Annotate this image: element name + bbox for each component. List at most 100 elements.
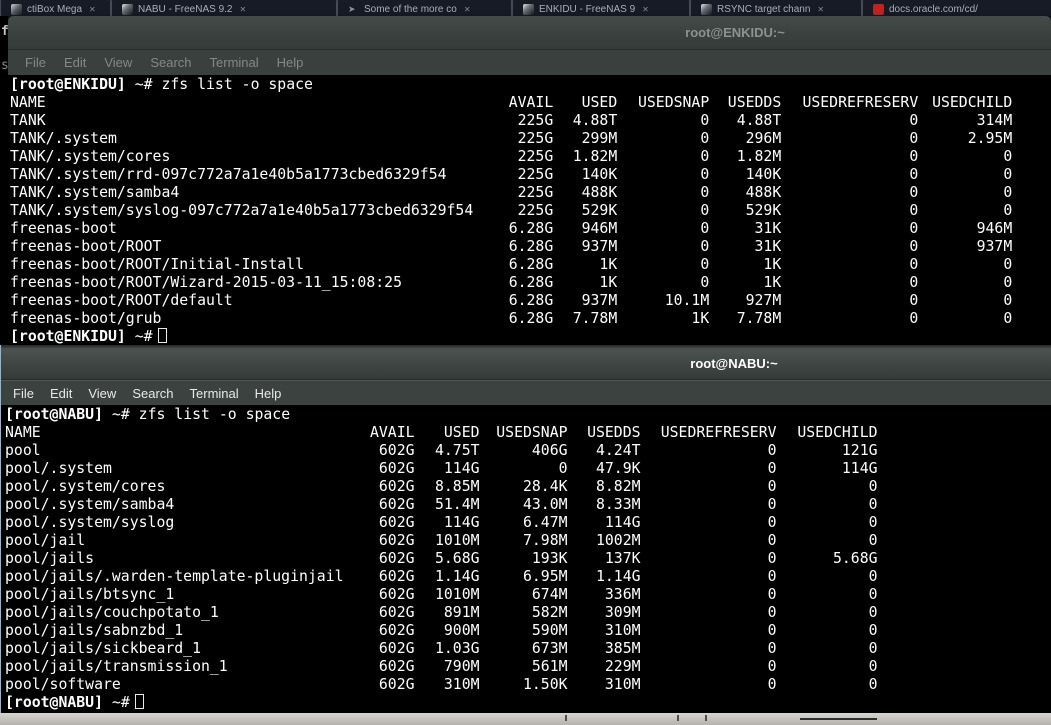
menu-view[interactable]: View: [95, 55, 141, 70]
dataset-value: 0: [767, 568, 777, 585]
dataset-value: 0: [1003, 202, 1013, 219]
table-row: pool/jails 602G 5.68G 193K 137K 0 5.68G: [5, 550, 878, 568]
dataset-value: 2.95M: [967, 130, 1013, 147]
background-window-sliver: f s: [0, 16, 8, 345]
strip-mark: [705, 715, 707, 721]
shell-prompt: [root@NABU]: [5, 694, 103, 711]
dataset-name: pool/jails/btsync_1: [5, 586, 175, 603]
dataset-value: 0: [868, 478, 878, 495]
dataset-value: 7.78M: [572, 310, 618, 327]
dataset-value: 1K: [763, 274, 782, 291]
enkidu-command-line: [root@ENKIDU] ~# zfs list -o space: [10, 76, 1051, 94]
dataset-value: 0: [909, 256, 919, 273]
browser-tab[interactable]: NABU - FreeNAS 9.2 ✕: [111, 0, 337, 16]
dataset-value: 6.28G: [508, 310, 554, 327]
dataset-value: 0: [700, 148, 710, 165]
dataset-name: pool/jails/.warden-template-pluginjail: [5, 568, 344, 585]
dataset-value: 602G: [378, 604, 415, 621]
dataset-value: 0: [1003, 256, 1013, 273]
dataset-value: 114G: [443, 514, 480, 531]
dataset-value: 299M: [581, 130, 618, 147]
dataset-value: 0: [700, 184, 710, 201]
column-header: USEDDS: [587, 424, 641, 441]
dataset-value: 4.24T: [595, 442, 641, 459]
browser-tab[interactable]: Some of the more co ✕: [337, 0, 512, 16]
dataset-value: 8.85M: [434, 478, 480, 495]
tab-title: docs.oracle.com/cd/: [889, 4, 978, 15]
enkidu-terminal-content[interactable]: [root@ENKIDU] ~# zfs list -o space NAME A…: [8, 75, 1051, 345]
dataset-name: TANK/.system/cores: [10, 148, 171, 165]
dataset-value: 0: [868, 586, 878, 603]
column-header: USEDREFRESERV: [802, 94, 919, 111]
menu-help[interactable]: Help: [268, 55, 313, 70]
nabu-terminal-content[interactable]: [root@NABU] ~# zfs list -o space NAME AVA…: [1, 405, 1051, 713]
menu-file[interactable]: File: [16, 55, 55, 70]
column-header: USEDCHILD: [797, 424, 878, 441]
column-header: NAME: [10, 94, 46, 111]
dataset-name: freenas-boot/ROOT/default: [10, 292, 233, 309]
dataset-name: pool/jails/sickbeard_1: [5, 640, 201, 657]
enkidu-idle-prompt: [root@ENKIDU] ~#: [10, 328, 1051, 346]
menu-edit[interactable]: Edit: [42, 386, 80, 401]
menu-search[interactable]: Search: [141, 55, 200, 70]
dataset-value: 602G: [378, 586, 415, 603]
tab-close-icon[interactable]: ✕: [817, 5, 824, 16]
dataset-value: 0: [909, 310, 919, 327]
nabu-titlebar[interactable]: root@NABU:~: [1, 345, 1051, 380]
dataset-value: 0: [767, 532, 777, 549]
dataset-value: 8.82M: [595, 478, 641, 495]
dataset-value: 1.82M: [572, 148, 618, 165]
nabu-window-title: root@NABU:~: [690, 356, 778, 371]
menu-help[interactable]: Help: [247, 386, 290, 401]
dataset-value: 114G: [841, 460, 878, 477]
browser-tab[interactable]: ctiBox Mega ✕: [0, 0, 111, 16]
column-header: AVAIL: [369, 424, 415, 441]
dataset-value: 1K: [763, 256, 782, 273]
menu-terminal[interactable]: Terminal: [182, 386, 247, 401]
dataset-value: 602G: [378, 640, 415, 657]
dataset-value: 0: [767, 514, 777, 531]
table-row: pool/jails/.warden-template-pluginjail 60…: [5, 568, 878, 586]
dataset-value: 0: [767, 658, 777, 675]
dataset-value: 43.0M: [522, 496, 568, 513]
strip-mark: [677, 715, 679, 721]
menu-terminal[interactable]: Terminal: [201, 55, 268, 70]
dataset-value: 937M: [581, 238, 618, 255]
column-header: USEDDS: [727, 94, 782, 111]
tab-close-icon[interactable]: ✕: [642, 5, 649, 16]
dataset-value: 529K: [581, 202, 618, 219]
menu-view[interactable]: View: [80, 386, 124, 401]
dataset-value: 0: [1003, 166, 1013, 183]
menu-edit[interactable]: Edit: [55, 55, 95, 70]
table-row: pool/.system 602G 114G 0 47.9K 0 114G: [5, 460, 878, 478]
dataset-value: 225G: [517, 148, 554, 165]
dataset-value: 385M: [604, 640, 641, 657]
dataset-name: pool/jails/sabnzbd_1: [5, 622, 184, 639]
dataset-name: pool/jails/couchpotato_1: [5, 604, 219, 621]
menu-search[interactable]: Search: [124, 386, 181, 401]
dataset-value: 1.82M: [736, 148, 782, 165]
prompt-suffix: ~#: [134, 328, 153, 345]
tab-close-icon[interactable]: ✕: [239, 5, 246, 16]
menu-file[interactable]: File: [5, 386, 42, 401]
dataset-value: 114G: [604, 514, 641, 531]
dataset-name: freenas-boot: [10, 220, 117, 237]
dataset-value: 6.28G: [508, 274, 554, 291]
tab-close-icon[interactable]: ✕: [464, 5, 471, 16]
dataset-value: 296M: [745, 130, 782, 147]
dataset-value: 8.33M: [595, 496, 641, 513]
column-header: USEDREFRESERV: [660, 424, 777, 441]
browser-tab[interactable]: RSYNC target chann ✕: [690, 0, 862, 16]
browser-tab[interactable]: ENKIDU - FreeNAS 9 ✕: [512, 0, 690, 16]
shell-prompt: [root@ENKIDU]: [10, 328, 126, 345]
enkidu-titlebar[interactable]: root@ENKIDU:~: [8, 16, 1051, 50]
browser-tab[interactable]: docs.oracle.com/cd/: [862, 0, 1051, 16]
dataset-value: 602G: [378, 568, 415, 585]
dataset-value: 229M: [604, 658, 641, 675]
tab-close-icon[interactable]: ✕: [89, 5, 96, 16]
dataset-value: 140K: [581, 166, 618, 183]
dataset-value: 602G: [378, 676, 415, 693]
dataset-value: 1.14G: [595, 568, 641, 585]
dataset-value: 0: [700, 256, 710, 273]
dataset-value: 0: [558, 460, 568, 477]
